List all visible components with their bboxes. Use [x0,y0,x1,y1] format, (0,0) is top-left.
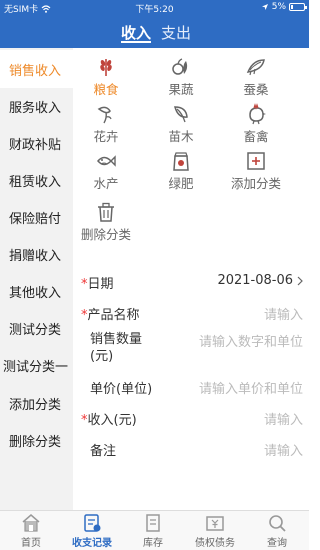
tab-debt[interactable]: 债权债务 [186,513,244,549]
tab-label: 查询 [267,538,287,549]
inventory-icon [146,514,160,532]
fish-icon [97,155,116,167]
sidebar-item-add-category[interactable]: 添加分类 [0,384,73,422]
tab-label: 债权债务 [195,538,235,549]
category-label: 蚕桑 [243,82,269,97]
fruit-vegetable-icon [172,58,188,75]
category-fruit-vegetable[interactable]: 果蔬 [148,56,214,98]
category-label: 苗木 [168,129,194,144]
tab-label: 收支记录 [72,538,112,549]
date-label: 日期 [87,277,114,292]
sidebar-item-delete-category[interactable]: 删除分类 [0,421,73,459]
sidebar-item-rental-income[interactable]: 租赁收入 [0,161,73,199]
sidebar-item-other-income[interactable]: 其他收入 [0,272,73,310]
tab-income[interactable]: 收入 [121,22,151,43]
search-icon [269,515,286,532]
category-label: 删除分类 [80,227,131,242]
category-label: 花卉 [93,129,119,144]
remark-input[interactable]: 请输入 [264,440,303,459]
income-input[interactable]: 请输入 [264,409,303,428]
tab-inventory[interactable]: 库存 [124,513,182,549]
category-sidebar: 销售收入 服务收入 财政补贴 租赁收入 保险赔付 捐赠收入 其他收入 测试分类 … [0,48,73,510]
battery-percent: 5% [271,2,286,12]
tab-ledger[interactable]: 收支记录 [63,513,121,549]
bottom-tabbar: 首页 收支记录 库存 债权债务 查询 [0,510,309,550]
category-silkworm[interactable]: 蚕桑 [223,56,289,98]
category-label: 绿肥 [168,176,194,191]
quantity-unit-label: (元) [90,349,114,364]
ledger-icon [84,514,101,532]
poultry-icon [249,103,266,125]
remark-row: 备注 请输入 [81,433,303,464]
delete-category-icon [98,202,114,222]
category-grain[interactable]: 粮食 [73,56,139,98]
sidebar-item-service-income[interactable]: 服务收入 [0,87,73,125]
quantity-label: 销售数量 [90,332,143,347]
fertilizer-icon [173,152,189,171]
category-label: 果蔬 [168,82,194,97]
debt-icon [206,516,224,531]
product-name-row: *产品名称 请输入 [81,297,303,328]
category-poultry[interactable]: 畜禽 [223,103,289,145]
home-icon [22,514,40,532]
category-aquatic[interactable]: 水产 [73,150,139,192]
unit-price-label: 单价(单位) [90,382,153,397]
unit-price-input[interactable]: 请输入单价和单位 [199,378,303,397]
tab-label: 首页 [21,538,41,549]
product-name-label: 产品名称 [87,308,140,323]
unit-price-row: 单价(单位) 请输入单价和单位 [81,371,303,402]
tab-label: 库存 [143,538,163,549]
category-label: 水产 [93,176,119,191]
main-panel: 粮食 果蔬 蚕桑 花卉 苗木 畜禽 水产 绿肥 添加分类 删除分类 *日期 20… [73,48,309,510]
top-navbar: 收入 支出 [0,15,309,48]
sidebar-item-test-category-one[interactable]: 测试分类一 [0,346,73,384]
tab-home[interactable]: 首页 [2,513,60,549]
quantity-input[interactable]: 请输入数字和单位 [199,331,303,350]
income-label: 收入(元) [87,413,137,428]
silkworm-icon [246,59,265,76]
sidebar-item-test-category[interactable]: 测试分类 [0,309,73,347]
tab-expense[interactable]: 支出 [161,22,191,43]
category-seedling[interactable]: 苗木 [148,103,214,145]
seedling-icon [174,106,188,123]
remark-label: 备注 [90,444,117,459]
income-row: *收入(元) 请输入 [81,402,303,433]
quantity-row: 销售数量 (元) 请输入数字和单位 [81,328,303,371]
sidebar-item-sales-income[interactable]: 销售收入 [0,50,73,88]
category-label: 畜禽 [243,129,269,144]
category-delete[interactable]: 删除分类 [73,201,139,243]
category-label: 添加分类 [230,176,281,191]
income-form: *日期 2021-08-06 *产品名称 请输入 销售数量 (元) 请输入数字和… [81,266,303,464]
status-bar: 无SIM卡 下午5:20 5% [0,0,309,15]
date-value[interactable]: 2021-08-06 [217,273,293,288]
add-category-icon [247,152,265,170]
active-tab-indicator [121,41,151,43]
sidebar-item-insurance-payout[interactable]: 保险赔付 [0,198,73,236]
sidebar-item-donation-income[interactable]: 捐赠收入 [0,235,73,273]
category-flower[interactable]: 花卉 [73,103,139,145]
sidebar-item-fiscal-subsidy[interactable]: 财政补贴 [0,124,73,162]
location-icon [261,4,268,10]
date-row[interactable]: *日期 2021-08-06 [81,266,303,297]
chevron-right-icon [297,276,303,286]
battery-icon [289,3,307,11]
flower-icon [97,106,112,124]
tab-search[interactable]: 查询 [248,513,306,549]
category-add[interactable]: 添加分类 [223,150,289,192]
grain-icon [100,59,112,76]
category-label: 粮食 [93,82,119,97]
product-name-input[interactable]: 请输入 [264,304,303,323]
category-green-manure[interactable]: 绿肥 [148,150,214,192]
